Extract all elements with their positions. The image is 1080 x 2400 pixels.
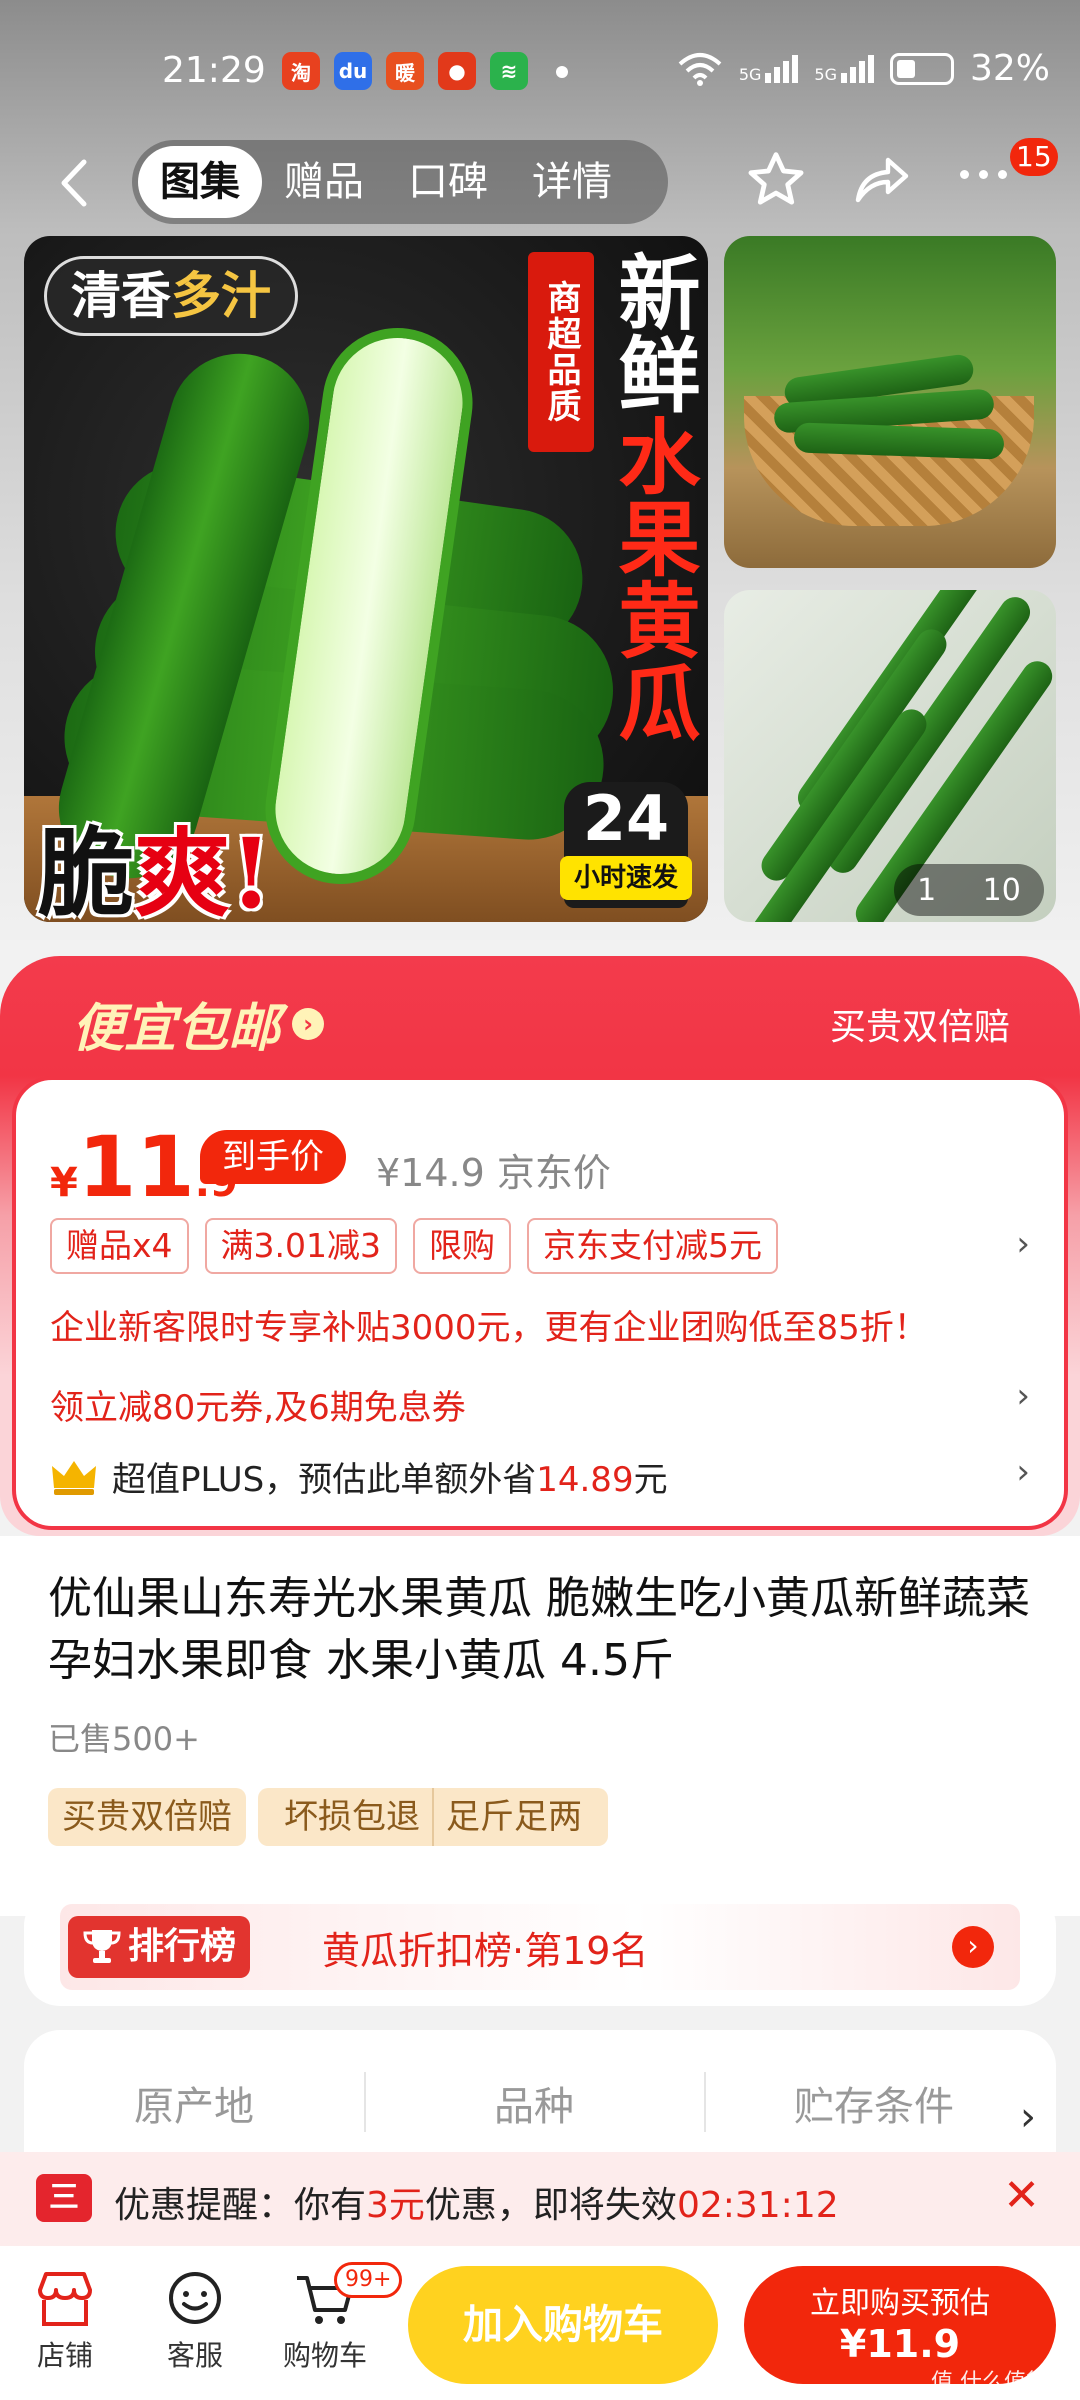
- trophy-icon: [83, 1930, 121, 1963]
- thumbnail-basket[interactable]: [724, 236, 1056, 568]
- back-arrow-icon[interactable]: [56, 158, 96, 208]
- fast-shipping-badge: 24 小时速发: [560, 782, 692, 908]
- customer-service-icon: [169, 2272, 221, 2324]
- cart-count-badge: 99+: [334, 2262, 403, 2298]
- baidu-icon: du: [334, 52, 372, 90]
- chevron-right-icon: ›: [952, 1926, 994, 1968]
- promo-chip: 满3.01减3: [204, 1218, 398, 1274]
- status-right: 5G 5G 32%: [677, 48, 1050, 89]
- service-button[interactable]: 客服: [140, 2264, 250, 2374]
- tab-reviews[interactable]: 口碑: [386, 146, 510, 218]
- ranking-card: 排行榜 黄瓜折扣榜·第19名 ›: [24, 1890, 1056, 2006]
- coupon-offer[interactable]: 领立减80元券,及6期免息券: [50, 1380, 466, 1429]
- signal-icon: 5G: [739, 54, 799, 83]
- promo-chip: 限购: [413, 1218, 512, 1274]
- coupon-icon: 三: [36, 2174, 92, 2222]
- tab-details[interactable]: 详情: [510, 146, 634, 218]
- tab-gifts[interactable]: 赠品: [262, 146, 386, 218]
- section-tabs: 图集 赠品 口碑 详情: [132, 140, 668, 224]
- shop-button[interactable]: 店铺: [10, 2264, 120, 2374]
- image-counter: 1 10: [894, 864, 1044, 916]
- cart-button[interactable]: 99+ 购物车: [270, 2262, 403, 2374]
- signal-icon-2: 5G: [814, 54, 874, 83]
- message-count-badge: 15: [1010, 138, 1058, 176]
- battery-icon: [889, 52, 954, 85]
- ranking-text: 黄瓜折扣榜·第19名: [322, 1929, 649, 1973]
- guarantee-tag: 足斤足两: [432, 1788, 594, 1846]
- main-product-image[interactable]: 清香多汁 商超品质 新鲜水果黄瓜 脆爽! 24 小时速发: [24, 236, 708, 922]
- spec-origin: 原产地: [134, 2084, 254, 2130]
- chevron-right-icon[interactable]: ›: [1020, 2094, 1036, 2140]
- app-notification-icon: 淘: [282, 52, 320, 90]
- guarantee-tag: 坏损包退: [284, 1797, 420, 1837]
- enterprise-offer[interactable]: 企业新客限时专享补贴3000元，更有企业团购低至85折！: [50, 1300, 928, 1349]
- chevron-right-icon: ›: [292, 1007, 325, 1040]
- chevron-right-icon[interactable]: ›: [1016, 1224, 1030, 1264]
- price-card: ¥11.9 到手价 ¥14.9 京东价 赠品x4 满3.01减3 限购 京东支付…: [12, 1076, 1068, 1530]
- plus-offer[interactable]: 超值PLUS，预估此单额外省14.89元: [50, 1452, 668, 1501]
- more-menu-icon[interactable]: [960, 170, 1007, 179]
- headline-vertical: 新鲜水果黄瓜: [604, 250, 700, 742]
- fresh-juicy-tag: 清香多汁: [44, 256, 298, 336]
- reminder-text: 优惠提醒：你有3元优惠，即将失效02:31:12: [114, 2185, 839, 2226]
- quality-label: 商超品质: [528, 252, 594, 452]
- watermark: 值 什么值得买: [931, 2370, 1070, 2395]
- app-notification-icon: 暖: [386, 52, 424, 90]
- bottom-action-bar: 店铺 客服 99+ 购物车 加入购物车 立即购买预估 ¥11.9 值 什么值得买: [0, 2246, 1080, 2400]
- promo-chip: 赠品x4: [50, 1218, 189, 1274]
- share-icon[interactable]: [852, 150, 912, 206]
- shop-icon: [38, 2272, 92, 2326]
- thumbnail-box[interactable]: 1 10: [724, 590, 1056, 922]
- crown-icon: [52, 1460, 96, 1495]
- spec-variety: 品种: [494, 2084, 574, 2130]
- favorite-star-icon[interactable]: [744, 148, 808, 212]
- guarantee-tag: 买贵双倍赔: [48, 1788, 246, 1846]
- battery-percent: 32%: [969, 48, 1050, 89]
- final-price-tag: 到手价: [200, 1130, 346, 1184]
- spec-storage: 贮存条件: [794, 2084, 954, 2130]
- app-notification-icon: ●: [438, 52, 476, 90]
- promo-chip: 京东支付减5元: [527, 1218, 779, 1274]
- jd-price: ¥14.9 京东价: [376, 1151, 611, 1195]
- guarantee-tags[interactable]: 买贵双倍赔 坏损包退 足斤足两: [48, 1788, 608, 1846]
- coupon-reminder[interactable]: 三 优惠提醒：你有3元优惠，即将失效02:31:12 ✕: [0, 2152, 1080, 2246]
- close-icon[interactable]: ✕: [1003, 2170, 1040, 2221]
- chevron-right-icon[interactable]: ›: [1016, 1376, 1030, 1416]
- add-to-cart-button[interactable]: 加入购物车: [408, 2266, 718, 2384]
- guarantee-tag-group: 坏损包退 足斤足两: [258, 1788, 608, 1846]
- message-app-icon: ≋: [490, 52, 528, 90]
- promo-chips[interactable]: 赠品x4 满3.01减3 限购 京东支付减5元: [50, 1218, 779, 1274]
- divider: [704, 2072, 706, 2132]
- status-time: 21:29: [162, 50, 266, 91]
- status-bar: 21:29 淘 du 暖 ● ≋ 5G 5G 32%: [0, 44, 1080, 104]
- top-nav: 图集 赠品 口碑 详情 15: [0, 136, 1080, 228]
- ranking-row[interactable]: 排行榜 黄瓜折扣榜·第19名 ›: [60, 1904, 1020, 1990]
- product-info: 优仙果山东寿光水果黄瓜 脆嫩生吃小黄瓜新鲜蔬菜孕妇水果即食 水果小黄瓜 4.5斤…: [0, 1536, 1080, 1916]
- divider: [364, 2072, 366, 2132]
- chevron-right-icon[interactable]: ›: [1016, 1452, 1030, 1492]
- wifi-icon: [678, 52, 722, 86]
- price-insurance-label: 买贵双倍赔: [829, 1007, 1010, 1048]
- free-shipping-title[interactable]: 便宜包邮 ›: [72, 986, 325, 1061]
- crisp-slogan: 脆爽!: [38, 817, 273, 922]
- more-notifications-dot: [556, 66, 568, 78]
- notification-icons: 淘 du 暖 ● ≋: [282, 52, 528, 90]
- tab-gallery[interactable]: 图集: [138, 146, 262, 218]
- product-title: 优仙果山东寿光水果黄瓜 脆嫩生吃小黄瓜新鲜蔬菜孕妇水果即食 水果小黄瓜 4.5斤: [48, 1573, 1030, 1686]
- sold-count: 已售500+: [48, 1720, 200, 1758]
